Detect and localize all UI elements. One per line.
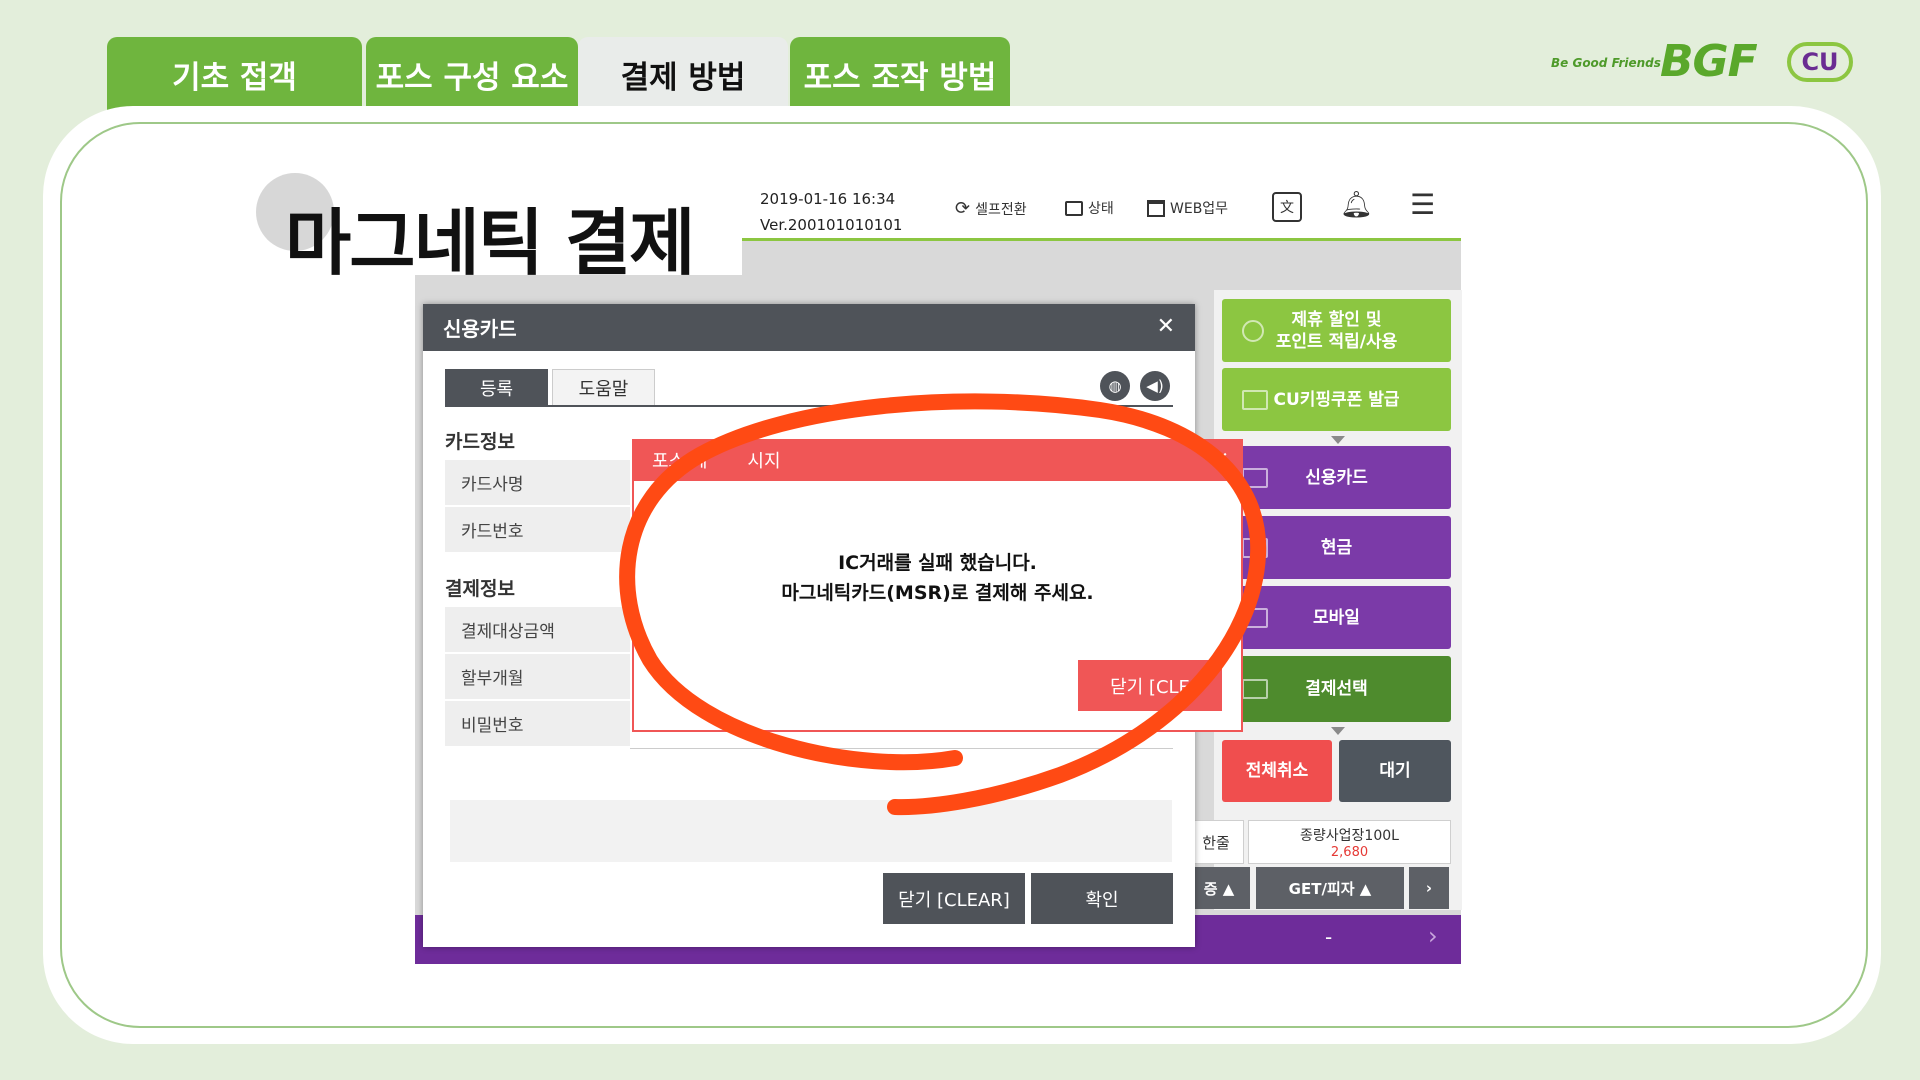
annotation-ellipse	[619, 393, 1267, 816]
